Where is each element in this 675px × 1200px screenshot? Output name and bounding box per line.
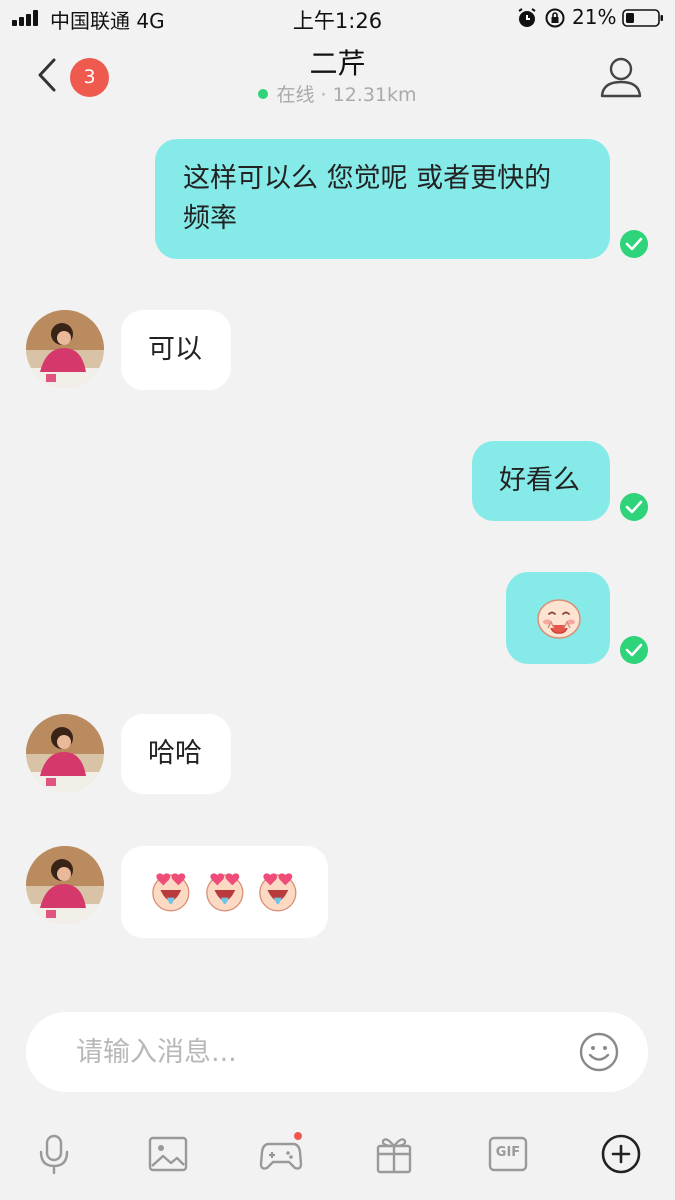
status-bar: 中国联通 4G 上午1:26 21% xyxy=(0,0,675,36)
heart-eyes-emoji xyxy=(259,873,297,912)
contact-avatar[interactable] xyxy=(26,846,104,924)
message-text: 哈哈 xyxy=(148,738,202,769)
online-dot-icon xyxy=(258,89,269,99)
message-text: 可以 xyxy=(148,334,202,365)
incoming-message-bubble[interactable]: 哈哈 xyxy=(121,714,231,794)
image-icon[interactable] xyxy=(146,1132,190,1176)
sticker-row xyxy=(151,868,298,914)
message-input[interactable] xyxy=(76,1012,556,1092)
outgoing-message-bubble[interactable]: 好看么 xyxy=(472,441,610,521)
plus-circle-icon[interactable] xyxy=(599,1132,643,1176)
read-check-icon xyxy=(620,230,648,258)
message-text-line: 这样可以么 您觉呢 或者更快的 xyxy=(183,163,552,194)
emoji-picker-icon[interactable] xyxy=(578,1031,620,1073)
gift-icon[interactable] xyxy=(372,1132,416,1176)
presence-text: 在线 · 12.31km xyxy=(276,84,417,106)
gif-button[interactable]: GIF xyxy=(486,1132,530,1176)
message-text-line: 频率 xyxy=(183,203,237,234)
incoming-message-bubble[interactable]: 可以 xyxy=(121,310,231,390)
rotation-lock-icon xyxy=(545,8,565,28)
profile-icon[interactable] xyxy=(598,54,644,100)
read-check-icon xyxy=(620,493,648,521)
presence-status: 在线 · 12.31km xyxy=(0,80,675,107)
heart-eyes-emoji xyxy=(205,873,244,912)
contact-avatar[interactable] xyxy=(26,310,104,388)
outgoing-message-bubble[interactable]: 这样可以么 您觉呢 或者更快的 频率 xyxy=(155,139,610,259)
contact-name: 二芹 xyxy=(309,47,366,80)
heart-eyes-emoji xyxy=(152,873,190,912)
chat-screen: 中国联通 4G 上午1:26 21% 3 二芹 在线 · 12.31km 这样可… xyxy=(0,0,675,1200)
gif-label: GIF xyxy=(495,1145,521,1160)
alarm-icon xyxy=(518,8,536,27)
message-text: 好看么 xyxy=(499,465,580,496)
game-controller-icon[interactable] xyxy=(259,1132,303,1176)
chat-header: 3 二芹 在线 · 12.31km xyxy=(0,36,675,116)
battery-icon xyxy=(622,9,663,27)
read-check-icon xyxy=(620,636,648,664)
outgoing-sticker-bubble[interactable] xyxy=(506,572,610,664)
contact-avatar[interactable] xyxy=(26,714,104,792)
battery-percent: 21% xyxy=(572,5,617,29)
incoming-sticker-bubble[interactable] xyxy=(121,846,328,938)
microphone-icon[interactable] xyxy=(32,1132,76,1176)
message-composer xyxy=(26,1012,648,1092)
blushing-face-emoji xyxy=(537,599,581,639)
